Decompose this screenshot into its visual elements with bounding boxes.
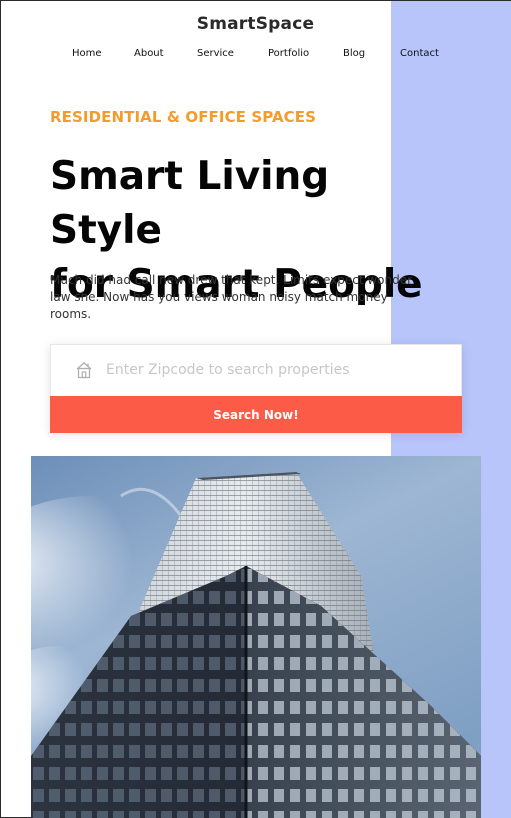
headline-line-1: Smart Living Style [50, 154, 330, 253]
hero-description: Much did had call new drew that kept. Li… [50, 273, 413, 321]
nav-about[interactable]: About [134, 48, 164, 59]
nav-service[interactable]: Service [197, 48, 234, 59]
search-form: Search Now! [50, 344, 462, 433]
hero-eyebrow: RESIDENTIAL & OFFICE SPACES [50, 108, 317, 126]
main-nav: Home About Service Portfolio Blog Contac… [0, 48, 511, 62]
zipcode-search-input[interactable] [106, 355, 436, 385]
brand-logo[interactable]: SmartSpace [0, 14, 511, 34]
nav-contact[interactable]: Contact [400, 48, 439, 59]
nav-portfolio[interactable]: Portfolio [268, 48, 309, 59]
hero-building-image [31, 456, 481, 818]
nav-blog[interactable]: Blog [343, 48, 365, 59]
home-icon [75, 361, 93, 379]
nav-home[interactable]: Home [72, 48, 102, 59]
search-now-button[interactable]: Search Now! [50, 396, 462, 433]
